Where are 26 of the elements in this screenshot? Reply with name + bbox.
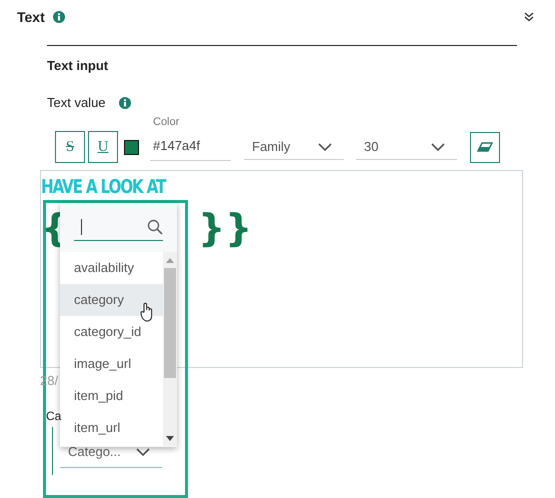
font-size-select[interactable]: 30 bbox=[356, 134, 457, 160]
underline-button[interactable]: U bbox=[88, 131, 118, 163]
dropdown-item[interactable]: category_id bbox=[60, 316, 163, 348]
chevron-down-icon bbox=[136, 446, 150, 456]
info-icon bbox=[52, 11, 65, 23]
info-icon bbox=[118, 96, 131, 108]
eraser-icon bbox=[477, 142, 493, 152]
hand-cursor-icon bbox=[140, 302, 154, 322]
dropdown-item[interactable]: item_pid bbox=[60, 380, 163, 412]
subsection-title: Text input bbox=[47, 58, 110, 73]
field-label: Ca bbox=[46, 409, 62, 423]
collapse-button[interactable] bbox=[524, 12, 534, 22]
strikethrough-button[interactable]: S bbox=[55, 131, 85, 163]
search-icon bbox=[147, 219, 163, 235]
editor-text: HAVE A LOOK AT bbox=[41, 176, 167, 198]
color-label: Color bbox=[153, 116, 180, 128]
editor-text: }} bbox=[198, 206, 252, 250]
section-title: Text bbox=[17, 9, 45, 25]
clear-format-button[interactable] bbox=[470, 132, 500, 162]
font-family-select[interactable]: Family bbox=[244, 134, 344, 160]
chevron-down-icon bbox=[318, 142, 332, 152]
chevron-down-icon bbox=[431, 142, 445, 152]
dropdown-item[interactable]: availability bbox=[60, 252, 163, 284]
color-field[interactable]: #147a4f bbox=[150, 134, 231, 160]
color-swatch[interactable] bbox=[124, 140, 139, 154]
field-label: Text value bbox=[47, 95, 106, 110]
